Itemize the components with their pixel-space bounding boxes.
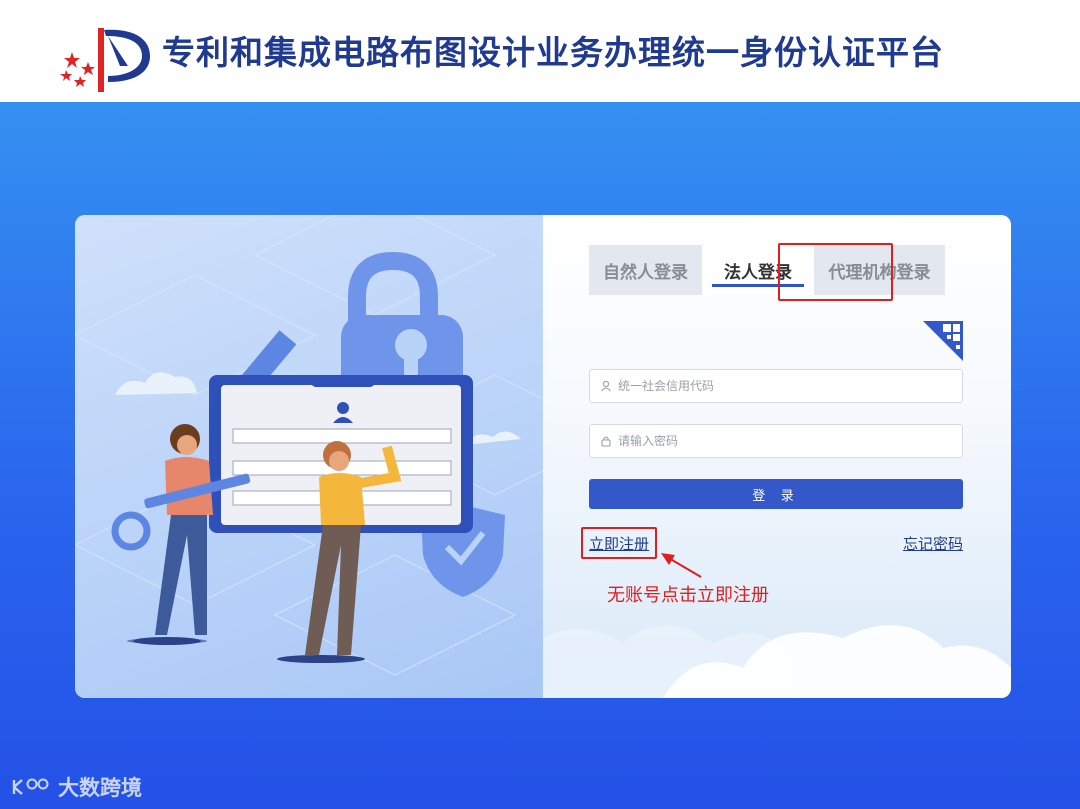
tab-highlight-box bbox=[778, 243, 893, 301]
password-input[interactable] bbox=[618, 434, 938, 448]
login-form-panel: 自然人登录 法人登录 代理机构登录 统一社会信用代码 登 录 立即注册 忘记密码… bbox=[543, 215, 1011, 698]
forgot-password-link[interactable]: 忘记密码 bbox=[903, 533, 963, 554]
watermark-text: 大数跨境 bbox=[58, 776, 142, 800]
illustration-art bbox=[75, 215, 617, 676]
login-illustration bbox=[75, 215, 617, 698]
login-button[interactable]: 登 录 bbox=[589, 479, 963, 509]
tab-natural-person[interactable]: 自然人登录 bbox=[589, 245, 702, 295]
site-header: 专利和集成电路布图设计业务办理统一身份认证平台 bbox=[0, 0, 1080, 102]
qr-code-icon[interactable] bbox=[923, 321, 963, 361]
annotation-arrow-icon bbox=[661, 553, 702, 578]
page-title: 专利和集成电路布图设计业务办理统一身份认证平台 bbox=[162, 33, 944, 72]
site-logo bbox=[60, 28, 150, 92]
register-hint-annotation: 无账号点击立即注册 bbox=[607, 585, 769, 606]
password-field bbox=[589, 424, 963, 458]
cloud-decoration bbox=[543, 625, 1011, 698]
user-icon bbox=[601, 380, 611, 392]
credit-code-input[interactable] bbox=[618, 379, 938, 393]
watermark: 大数跨境 bbox=[10, 772, 142, 802]
watermark-logo-icon bbox=[12, 778, 49, 795]
credit-code-field bbox=[589, 369, 963, 403]
lock-icon bbox=[601, 436, 611, 447]
login-card: 自然人登录 法人登录 代理机构登录 统一社会信用代码 登 录 立即注册 忘记密码… bbox=[75, 215, 1011, 698]
register-highlight-box bbox=[581, 527, 657, 559]
